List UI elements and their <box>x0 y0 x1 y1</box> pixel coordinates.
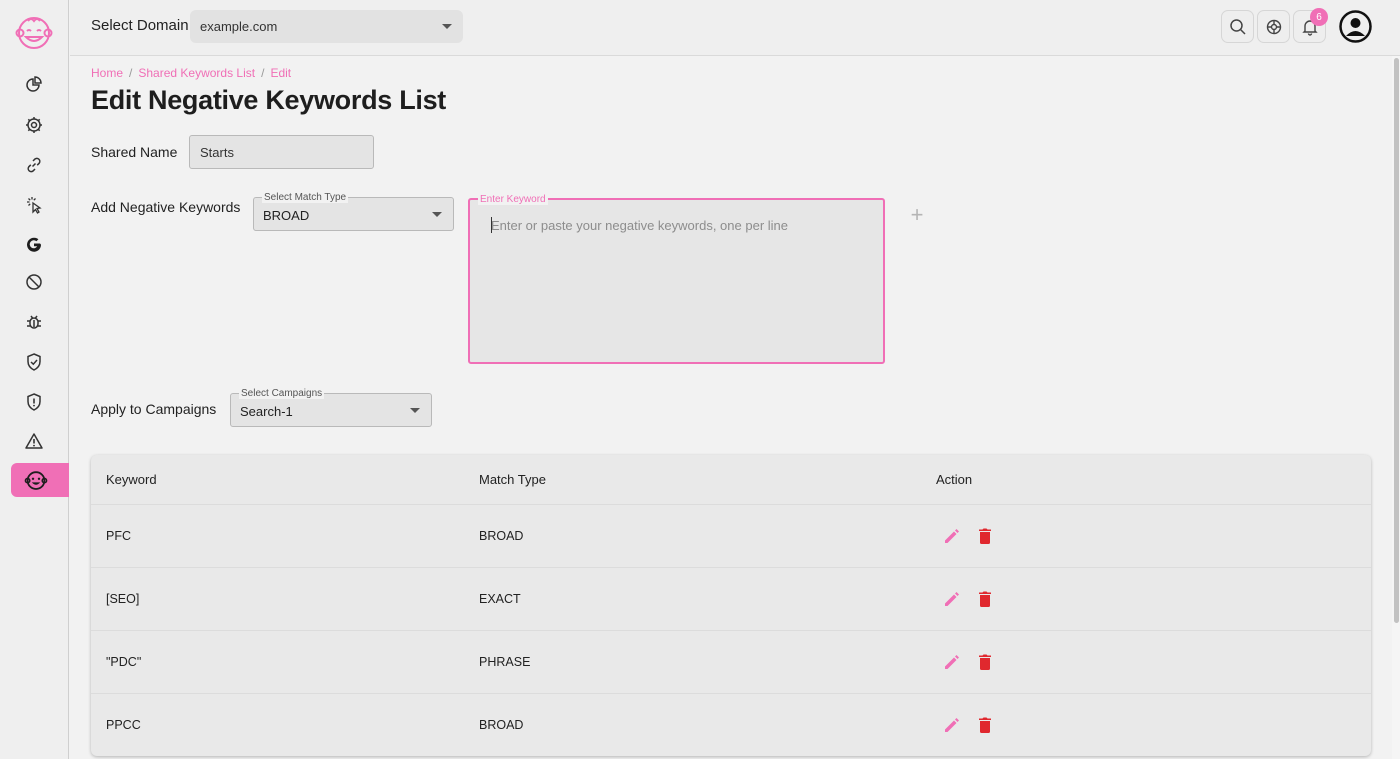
edit-button[interactable] <box>941 525 963 547</box>
edit-button[interactable] <box>941 588 963 610</box>
monkey-logo-icon[interactable] <box>14 12 54 52</box>
match-type-cell: EXACT <box>479 592 521 606</box>
table-header: Keyword Match Type Action <box>91 455 1371 505</box>
top-bar: Select Domain example.com 6 <box>70 0 1400 56</box>
match-type-cell: PHRASE <box>479 655 531 669</box>
page-title: Edit Negative Keywords List <box>91 85 446 115</box>
sidebar-item-warnings[interactable] <box>11 424 69 458</box>
delete-button[interactable] <box>974 588 996 610</box>
column-header-action: Action <box>936 472 973 487</box>
domain-select-value: example.com <box>200 19 278 34</box>
match-type-value: BROAD <box>263 208 310 223</box>
block-icon <box>26 274 42 290</box>
user-avatar[interactable] <box>1339 10 1372 43</box>
keyword-cell: PFC <box>106 529 131 543</box>
trash-icon <box>979 528 991 544</box>
campaigns-legend: Select Campaigns <box>239 388 325 399</box>
shared-name-value: Starts <box>200 145 234 160</box>
shield-alert-icon <box>27 393 41 411</box>
edit-button[interactable] <box>941 714 963 736</box>
keyword-cell: [SEO] <box>106 592 140 606</box>
notification-count-badge: 6 <box>1310 8 1328 26</box>
domain-select[interactable]: example.com <box>190 10 463 43</box>
keyword-textarea[interactable]: Enter Keyword Enter or paste your negati… <box>468 194 885 364</box>
breadcrumb-current[interactable]: Edit <box>270 66 291 80</box>
trash-icon <box>979 591 991 607</box>
match-type-cell: BROAD <box>479 529 524 543</box>
column-header-match-type: Match Type <box>479 472 546 487</box>
match-type-select[interactable]: Select Match Type BROAD <box>253 192 454 231</box>
breadcrumb-separator: / <box>261 66 265 80</box>
add-negative-keywords-label: Add Negative Keywords <box>91 199 241 215</box>
add-keyword-button[interactable]: + <box>907 202 927 227</box>
keyword-cell: PPCC <box>106 718 141 732</box>
delete-button[interactable] <box>974 525 996 547</box>
pencil-icon <box>945 655 959 669</box>
shared-name-label: Shared Name <box>91 144 178 160</box>
sidebar-item-bugs[interactable] <box>11 305 69 339</box>
shared-name-input[interactable]: Starts <box>189 135 374 169</box>
sidebar-item-analytics[interactable] <box>11 68 69 102</box>
trash-icon <box>979 717 991 733</box>
sidebar-item-protection[interactable] <box>11 345 69 379</box>
shield-check-icon <box>27 353 41 371</box>
settings-gear-icon <box>26 117 42 133</box>
keyword-legend: Enter Keyword <box>478 194 548 205</box>
sidebar-item-google[interactable] <box>11 228 69 262</box>
warning-icon <box>25 433 43 449</box>
sidebar-item-clicks[interactable] <box>11 188 69 222</box>
breadcrumb-home[interactable]: Home <box>91 66 123 80</box>
scrollbar-thumb[interactable] <box>1394 58 1399 623</box>
pencil-icon <box>945 592 959 606</box>
pencil-icon <box>945 529 959 543</box>
user-circle-icon <box>1339 10 1372 43</box>
table-row: "PDC" PHRASE <box>91 631 1371 694</box>
sidebar-item-security-alerts[interactable] <box>11 385 69 419</box>
chevron-down-icon <box>432 212 442 217</box>
pencil-icon <box>945 718 959 732</box>
monkey-face-icon <box>24 471 48 490</box>
breadcrumb-shared-keywords-list[interactable]: Shared Keywords List <box>138 66 255 80</box>
select-domain-label: Select Domain <box>91 17 189 34</box>
sidebar-item-links[interactable] <box>11 148 69 182</box>
link-icon <box>27 157 41 173</box>
search-button[interactable] <box>1221 10 1254 43</box>
campaigns-select[interactable]: Select Campaigns Search-1 <box>230 388 432 427</box>
click-cursor-icon <box>27 197 42 214</box>
edit-button[interactable] <box>941 651 963 673</box>
bug-icon <box>27 315 41 329</box>
table-row: PPCC BROAD <box>91 694 1371 756</box>
match-type-legend: Select Match Type <box>262 192 349 203</box>
pie-chart-icon <box>26 76 42 92</box>
search-icon <box>1229 18 1246 35</box>
breadcrumb-separator: / <box>129 66 133 80</box>
apply-to-campaigns-label: Apply to Campaigns <box>91 401 217 417</box>
keyword-placeholder: Enter or paste your negative keywords, o… <box>491 218 789 233</box>
trash-icon <box>979 654 991 670</box>
google-icon <box>27 237 41 252</box>
keyword-cell: "PDC" <box>106 655 142 669</box>
campaigns-value: Search-1 <box>240 404 293 419</box>
sidebar <box>0 0 69 759</box>
globe-settings-icon <box>1266 19 1281 34</box>
table-row: [SEO] EXACT <box>91 568 1371 631</box>
notifications-button[interactable]: 6 <box>1293 8 1328 43</box>
sidebar-item-settings[interactable] <box>11 108 69 142</box>
chevron-down-icon <box>442 24 452 29</box>
settings-button[interactable] <box>1257 10 1290 43</box>
page-scrollbar[interactable] <box>1392 56 1400 759</box>
column-header-keyword: Keyword <box>106 472 157 487</box>
delete-button[interactable] <box>974 651 996 673</box>
keywords-table: Keyword Match Type Action PFC BROAD [SEO… <box>91 455 1371 756</box>
table-row: PFC BROAD <box>91 505 1371 568</box>
delete-button[interactable] <box>974 714 996 736</box>
sidebar-item-block[interactable] <box>11 265 69 299</box>
sidebar-item-negative-keywords[interactable] <box>11 463 69 497</box>
chevron-down-icon <box>410 408 420 413</box>
match-type-cell: BROAD <box>479 718 524 732</box>
breadcrumb: Home / Shared Keywords List / Edit <box>91 66 291 80</box>
